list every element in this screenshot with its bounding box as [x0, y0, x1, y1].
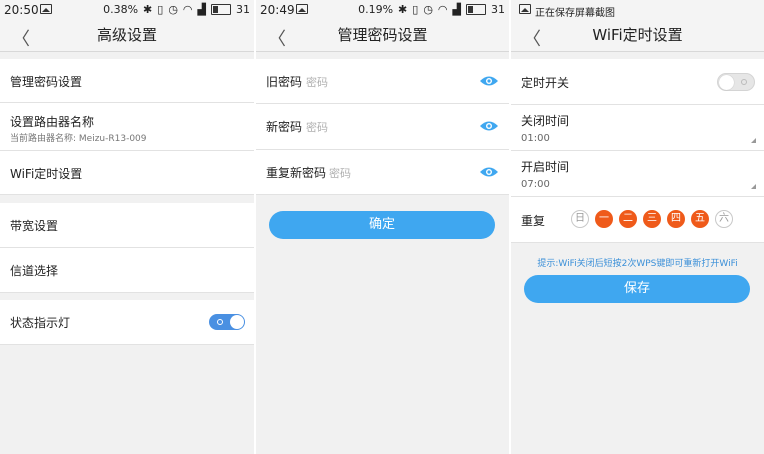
- toggle-ring-icon: [217, 319, 223, 325]
- status-bar: 20:49 0.19% ✱ ▯ ◷ ◠ ▟ 31: [256, 0, 509, 20]
- day-thursday[interactable]: 四: [667, 210, 685, 228]
- page-title: 高级设置: [96, 26, 157, 44]
- alarm-icon: ◷: [168, 3, 178, 16]
- page-title: 管理密码设置: [337, 26, 428, 44]
- dropdown-corner-icon: [751, 184, 756, 189]
- channel-item[interactable]: 信道选择: [0, 248, 254, 293]
- status-notification: 正在保存屏幕截图: [535, 8, 615, 19]
- on-time-label: 开启时间: [521, 160, 570, 174]
- bandwidth-label: 带宽设置: [10, 219, 59, 233]
- toggle-ring-icon: [741, 79, 747, 85]
- off-time-item[interactable]: 关闭时间 01:00: [511, 105, 764, 151]
- wifi-icon: ◠: [182, 3, 193, 16]
- signal-icon: ▟: [197, 3, 206, 16]
- off-time-value: 01:00: [521, 133, 550, 144]
- battery-icon: [211, 4, 231, 15]
- battery-level: 31: [491, 3, 505, 16]
- admin-password-label: 管理密码设置: [10, 75, 83, 89]
- day-sunday[interactable]: 日: [571, 210, 589, 228]
- dropdown-corner-icon: [751, 138, 756, 143]
- repeat-password-label: 重复新密码: [266, 166, 327, 180]
- status-time: 20:50: [4, 3, 39, 17]
- new-password-field[interactable]: 新密码 密码: [256, 104, 509, 150]
- wifi-icon: ◠: [437, 3, 448, 16]
- day-monday[interactable]: 一: [595, 210, 613, 228]
- vibrate-icon: ▯: [412, 3, 419, 16]
- status-icons: 0.19% ✱ ▯ ◷ ◠ ▟ 31: [358, 3, 505, 16]
- eye-icon[interactable]: [479, 120, 499, 132]
- alarm-icon: ◷: [423, 3, 433, 16]
- timer-switch-label: 定时开关: [521, 76, 570, 90]
- back-icon[interactable]: 〈: [523, 25, 541, 51]
- confirm-button[interactable]: 确定: [269, 211, 495, 239]
- status-light-toggle[interactable]: [209, 314, 245, 330]
- repeat-password-placeholder[interactable]: 密码: [329, 165, 351, 181]
- on-time-item[interactable]: 开启时间 07:00: [511, 151, 764, 197]
- toggle-knob: [230, 315, 244, 329]
- off-time-label: 关闭时间: [521, 114, 570, 128]
- status-time: 20:49: [260, 3, 295, 17]
- back-icon[interactable]: 〈: [268, 25, 286, 51]
- channel-label: 信道选择: [10, 264, 59, 278]
- eye-icon[interactable]: [479, 75, 499, 87]
- new-password-placeholder[interactable]: 密码: [306, 119, 328, 135]
- battery-icon: [466, 4, 486, 15]
- eye-icon[interactable]: [479, 166, 499, 178]
- wifi-timer-screen: 正在保存屏幕截图 〈 WiFi定时设置 定时开关 关闭时间 01:00 开启时间…: [511, 0, 764, 454]
- new-password-label: 新密码: [266, 120, 303, 134]
- day-saturday[interactable]: 六: [715, 210, 733, 228]
- image-icon: [296, 4, 308, 14]
- old-password-label: 旧密码: [266, 75, 303, 89]
- old-password-placeholder[interactable]: 密码: [306, 74, 328, 90]
- day-friday[interactable]: 五: [691, 210, 709, 228]
- router-name-value: 当前路由器名称: Meizu-R13-009: [10, 134, 147, 144]
- save-button[interactable]: 保存: [524, 275, 750, 303]
- repeat-item: 重复 日 一 二 三 四 五 六: [511, 197, 764, 243]
- wifi-timer-item[interactable]: WiFi定时设置: [0, 151, 254, 195]
- bluetooth-icon: ✱: [143, 3, 153, 16]
- day-wednesday[interactable]: 三: [643, 210, 661, 228]
- on-time-value: 07:00: [521, 179, 550, 190]
- image-icon: [40, 4, 52, 14]
- back-icon[interactable]: 〈: [12, 25, 30, 51]
- signal-icon: ▟: [452, 3, 461, 16]
- status-bar: 20:50 0.38% ✱ ▯ ◷ ◠ ▟ 31: [0, 0, 254, 20]
- nav-bar: 〈 管理密码设置: [256, 20, 509, 52]
- advanced-settings-screen: 20:50 0.38% ✱ ▯ ◷ ◠ ▟ 31 〈 高级设置 管理密码设置 设…: [0, 0, 254, 454]
- data-rate: 0.19%: [358, 3, 394, 16]
- admin-password-item[interactable]: 管理密码设置: [0, 59, 254, 103]
- vibrate-icon: ▯: [157, 3, 164, 16]
- data-rate: 0.38%: [103, 3, 139, 16]
- timer-switch-toggle[interactable]: [717, 73, 755, 91]
- wps-hint: 提示:WiFi关闭后短按2次WPS键即可重新打开WiFi: [537, 259, 738, 269]
- status-light-label: 状态指示灯: [10, 316, 71, 330]
- old-password-field[interactable]: 旧密码 密码: [256, 59, 509, 104]
- toggle-knob: [719, 75, 734, 90]
- nav-bar: 〈 WiFi定时设置: [511, 20, 764, 52]
- status-bar: 正在保存屏幕截图: [511, 0, 764, 20]
- bluetooth-icon: ✱: [398, 3, 408, 16]
- repeat-password-field[interactable]: 重复新密码 密码: [256, 150, 509, 195]
- timer-switch-item: 定时开关: [511, 59, 764, 105]
- repeat-label: 重复: [521, 214, 546, 228]
- bandwidth-item[interactable]: 带宽设置: [0, 203, 254, 248]
- repeat-days: 日 一 二 三 四 五 六: [571, 210, 733, 228]
- image-icon: [519, 4, 531, 14]
- battery-level: 31: [236, 3, 250, 16]
- status-icons: 0.38% ✱ ▯ ◷ ◠ ▟ 31: [103, 3, 250, 16]
- wifi-timer-label: WiFi定时设置: [10, 167, 83, 181]
- status-light-item: 状态指示灯: [0, 300, 254, 345]
- page-title: WiFi定时设置: [592, 26, 683, 44]
- router-name-item[interactable]: 设置路由器名称 当前路由器名称: Meizu-R13-009: [0, 103, 254, 151]
- nav-bar: 〈 高级设置: [0, 20, 254, 52]
- day-tuesday[interactable]: 二: [619, 210, 637, 228]
- router-name-label: 设置路由器名称: [10, 115, 95, 129]
- admin-password-screen: 20:49 0.19% ✱ ▯ ◷ ◠ ▟ 31 〈 管理密码设置 旧密码 密码…: [256, 0, 509, 454]
